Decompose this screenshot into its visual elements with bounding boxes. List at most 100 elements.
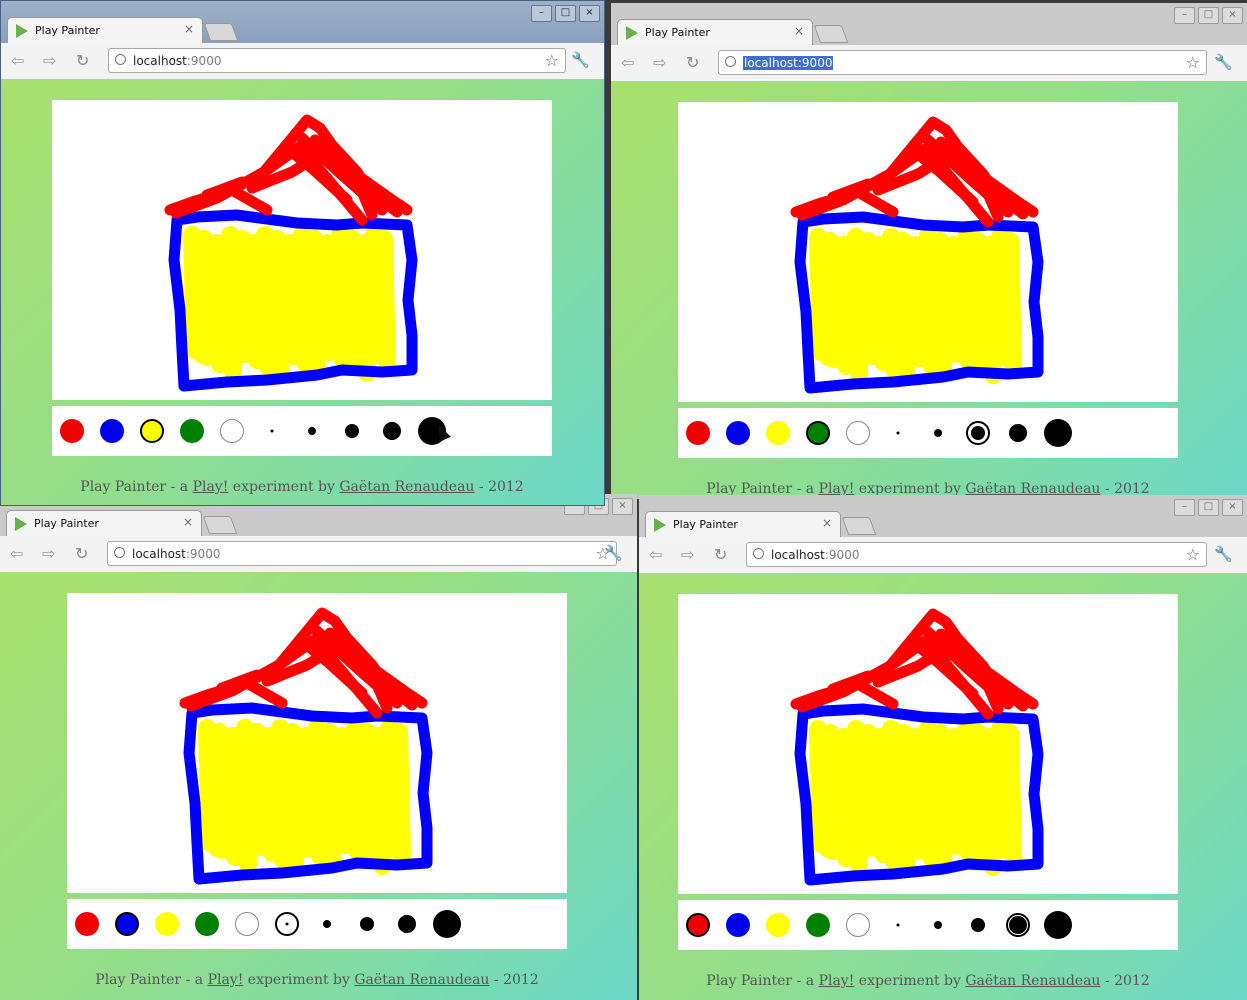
color-swatch[interactable] <box>686 913 710 937</box>
bookmark-star-icon[interactable]: ☆ <box>1186 545 1200 564</box>
brush-size-swatch[interactable] <box>355 912 379 936</box>
reload-icon[interactable]: ↻ <box>75 544 88 563</box>
tab-close-icon[interactable]: × <box>183 515 193 529</box>
bookmark-star-icon[interactable]: ☆ <box>1186 53 1200 72</box>
forward-arrow-icon[interactable]: ⇨ <box>42 544 55 563</box>
play-link[interactable]: Play! <box>208 972 244 988</box>
wrench-icon[interactable]: 🔧 <box>1214 53 1233 71</box>
back-arrow-icon[interactable]: ⇦ <box>10 544 23 563</box>
brush-size-dot <box>360 917 374 931</box>
drawing-canvas[interactable] <box>67 593 567 893</box>
close-window-button[interactable]: × <box>612 498 633 515</box>
tab-play-painter[interactable]: Play Painter × <box>645 511 841 537</box>
minimize-button[interactable]: – <box>1174 7 1195 24</box>
brush-size-dot <box>1009 424 1027 442</box>
play-link[interactable]: Play! <box>193 479 229 495</box>
brush-size-dot <box>934 429 942 437</box>
new-tab-button[interactable] <box>202 516 238 534</box>
drawing-canvas[interactable] <box>678 102 1178 402</box>
brush-size-swatch[interactable] <box>275 912 299 936</box>
color-swatch[interactable] <box>195 912 219 936</box>
forward-arrow-icon[interactable]: ⇨ <box>43 51 56 70</box>
back-arrow-icon[interactable]: ⇦ <box>649 545 662 564</box>
brush-size-swatch[interactable] <box>380 419 404 443</box>
page-footer: Play Painter - a Play! experiment by Gaë… <box>17 972 617 988</box>
color-swatch[interactable] <box>846 913 870 937</box>
color-swatch[interactable] <box>235 912 259 936</box>
author-link[interactable]: Gaëtan Renaudeau <box>339 479 474 495</box>
tab-close-icon[interactable]: × <box>822 516 832 530</box>
color-swatch[interactable] <box>220 419 244 443</box>
color-swatch[interactable] <box>75 912 99 936</box>
address-bar[interactable]: localhost:9000 ☆ <box>746 542 1207 567</box>
minimize-button[interactable]: – <box>531 5 552 22</box>
color-swatch[interactable] <box>140 419 164 443</box>
brush-size-swatch[interactable] <box>886 421 910 445</box>
new-tab-button[interactable] <box>203 23 239 41</box>
wrench-icon[interactable]: 🔧 <box>604 544 623 562</box>
author-link[interactable]: Gaëtan Renaudeau <box>965 973 1100 989</box>
address-bar[interactable]: localhost:9000 ☆ <box>108 48 566 73</box>
color-swatch[interactable] <box>726 913 750 937</box>
new-tab-button[interactable] <box>813 25 849 43</box>
brush-size-swatch[interactable] <box>926 913 950 937</box>
color-swatch[interactable] <box>766 913 790 937</box>
new-tab-button[interactable] <box>841 517 877 535</box>
reload-icon[interactable]: ↻ <box>76 51 89 70</box>
tab-close-icon[interactable]: × <box>794 24 804 38</box>
tab-play-painter[interactable]: Play Painter × <box>617 19 813 45</box>
forward-arrow-icon[interactable]: ⇨ <box>681 545 694 564</box>
close-window-button[interactable]: × <box>1222 7 1243 24</box>
brush-size-swatch[interactable] <box>886 913 910 937</box>
forward-arrow-icon[interactable]: ⇨ <box>653 53 666 72</box>
maximize-button[interactable]: □ <box>1198 499 1219 516</box>
color-swatch[interactable] <box>686 421 710 445</box>
close-window-button[interactable]: × <box>579 5 600 22</box>
maximize-button[interactable]: □ <box>1198 7 1219 24</box>
color-swatch[interactable] <box>115 912 139 936</box>
back-arrow-icon[interactable]: ⇦ <box>621 53 634 72</box>
wrench-icon[interactable]: 🔧 <box>571 51 590 69</box>
brush-size-swatch[interactable] <box>926 421 950 445</box>
address-bar[interactable]: localhost:9000 ☆ <box>718 50 1207 75</box>
drawing-canvas[interactable] <box>678 594 1178 894</box>
brush-size-swatch[interactable] <box>433 910 461 938</box>
close-window-button[interactable]: × <box>1222 499 1243 516</box>
browser-toolbar: ⇦ ⇨ ↻ localhost:9000 ☆ 🔧 <box>611 45 1247 82</box>
tab-play-painter[interactable]: Play Painter × <box>7 17 203 43</box>
color-swatch[interactable] <box>806 913 830 937</box>
color-swatch[interactable] <box>100 419 124 443</box>
brush-size-swatch[interactable] <box>1006 421 1030 445</box>
brush-size-swatch[interactable] <box>1044 911 1072 939</box>
url-text: localhost:9000 <box>132 547 221 561</box>
color-swatch[interactable] <box>806 421 830 445</box>
brush-size-swatch[interactable] <box>966 913 990 937</box>
author-link[interactable]: Gaëtan Renaudeau <box>354 972 489 988</box>
drawing-canvas[interactable] <box>52 100 552 400</box>
maximize-button[interactable]: □ <box>555 5 576 22</box>
reload-icon[interactable]: ↻ <box>714 545 727 564</box>
minimize-button[interactable]: – <box>1174 499 1195 516</box>
reload-icon[interactable]: ↻ <box>686 53 699 72</box>
tab-close-icon[interactable]: × <box>184 22 194 36</box>
brush-size-swatch[interactable] <box>340 419 364 443</box>
color-swatch[interactable] <box>726 421 750 445</box>
color-swatch[interactable] <box>155 912 179 936</box>
brush-size-swatch[interactable] <box>1044 419 1072 447</box>
brush-size-swatch[interactable] <box>315 912 339 936</box>
color-swatch[interactable] <box>60 419 84 443</box>
brush-size-swatch[interactable] <box>395 912 419 936</box>
brush-size-swatch[interactable] <box>1006 913 1030 937</box>
color-swatch[interactable] <box>180 419 204 443</box>
back-arrow-icon[interactable]: ⇦ <box>11 51 24 70</box>
play-link[interactable]: Play! <box>819 973 855 989</box>
tab-play-painter[interactable]: Play Painter × <box>6 510 202 536</box>
address-bar[interactable]: localhost:9000 ☆ <box>107 541 617 566</box>
brush-size-swatch[interactable] <box>966 421 990 445</box>
color-swatch[interactable] <box>846 421 870 445</box>
bookmark-star-icon[interactable]: ☆ <box>545 51 559 70</box>
wrench-icon[interactable]: 🔧 <box>1214 545 1233 563</box>
color-swatch[interactable] <box>766 421 790 445</box>
brush-size-swatch[interactable] <box>260 419 284 443</box>
brush-size-swatch[interactable] <box>300 419 324 443</box>
